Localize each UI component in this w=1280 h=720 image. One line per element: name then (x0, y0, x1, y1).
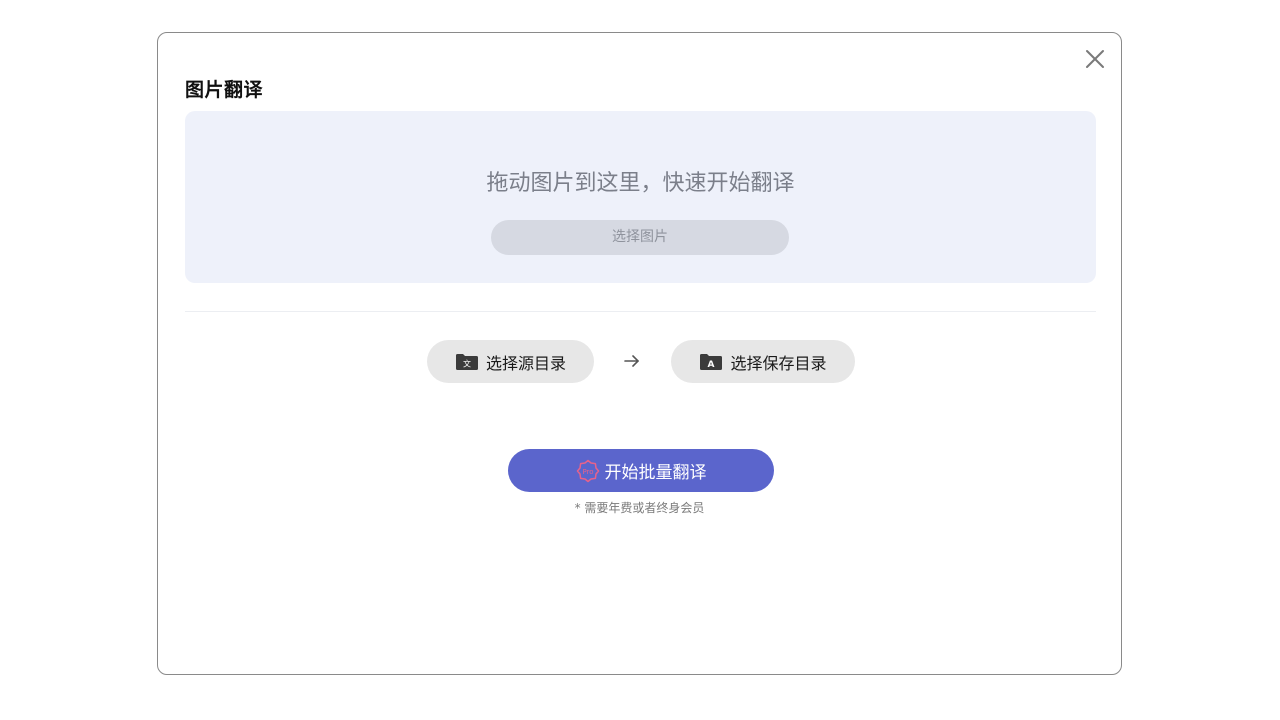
drop-hint-text: 拖动图片到这里，快速开始翻译 (486, 171, 795, 196)
source-dir-label: 选择源目录 (485, 353, 566, 373)
start-batch-translate-button[interactable]: Pro 开始批量翻译 (508, 449, 774, 492)
save-dir-label: 选择保存目录 (730, 353, 827, 373)
svg-text:文: 文 (463, 358, 471, 368)
membership-note: * 需要年费或者终身会员 (574, 501, 705, 515)
folder-a-icon: A (699, 353, 723, 371)
select-image-button[interactable]: 选择图片 (491, 220, 789, 255)
image-dropzone[interactable]: 拖动图片到这里，快速开始翻译 选择图片 (185, 111, 1096, 283)
select-save-dir-button[interactable]: A 选择保存目录 (671, 340, 855, 383)
arrow-right-icon (622, 351, 642, 371)
select-source-dir-button[interactable]: 文 选择源目录 (427, 340, 594, 383)
folder-text-icon: 文 (455, 353, 479, 371)
image-translate-dialog: 图片翻译 拖动图片到这里，快速开始翻译 选择图片 文 选择源目录 A 选择保存目… (157, 32, 1122, 675)
close-icon (1086, 50, 1104, 68)
close-button[interactable] (1083, 47, 1107, 71)
dialog-title: 图片翻译 (185, 79, 264, 101)
divider (185, 311, 1096, 312)
start-batch-label: 开始批量翻译 (604, 463, 707, 483)
svg-text:Pro: Pro (582, 468, 593, 476)
svg-text:A: A (708, 360, 715, 370)
pro-badge-icon: Pro (576, 459, 600, 483)
